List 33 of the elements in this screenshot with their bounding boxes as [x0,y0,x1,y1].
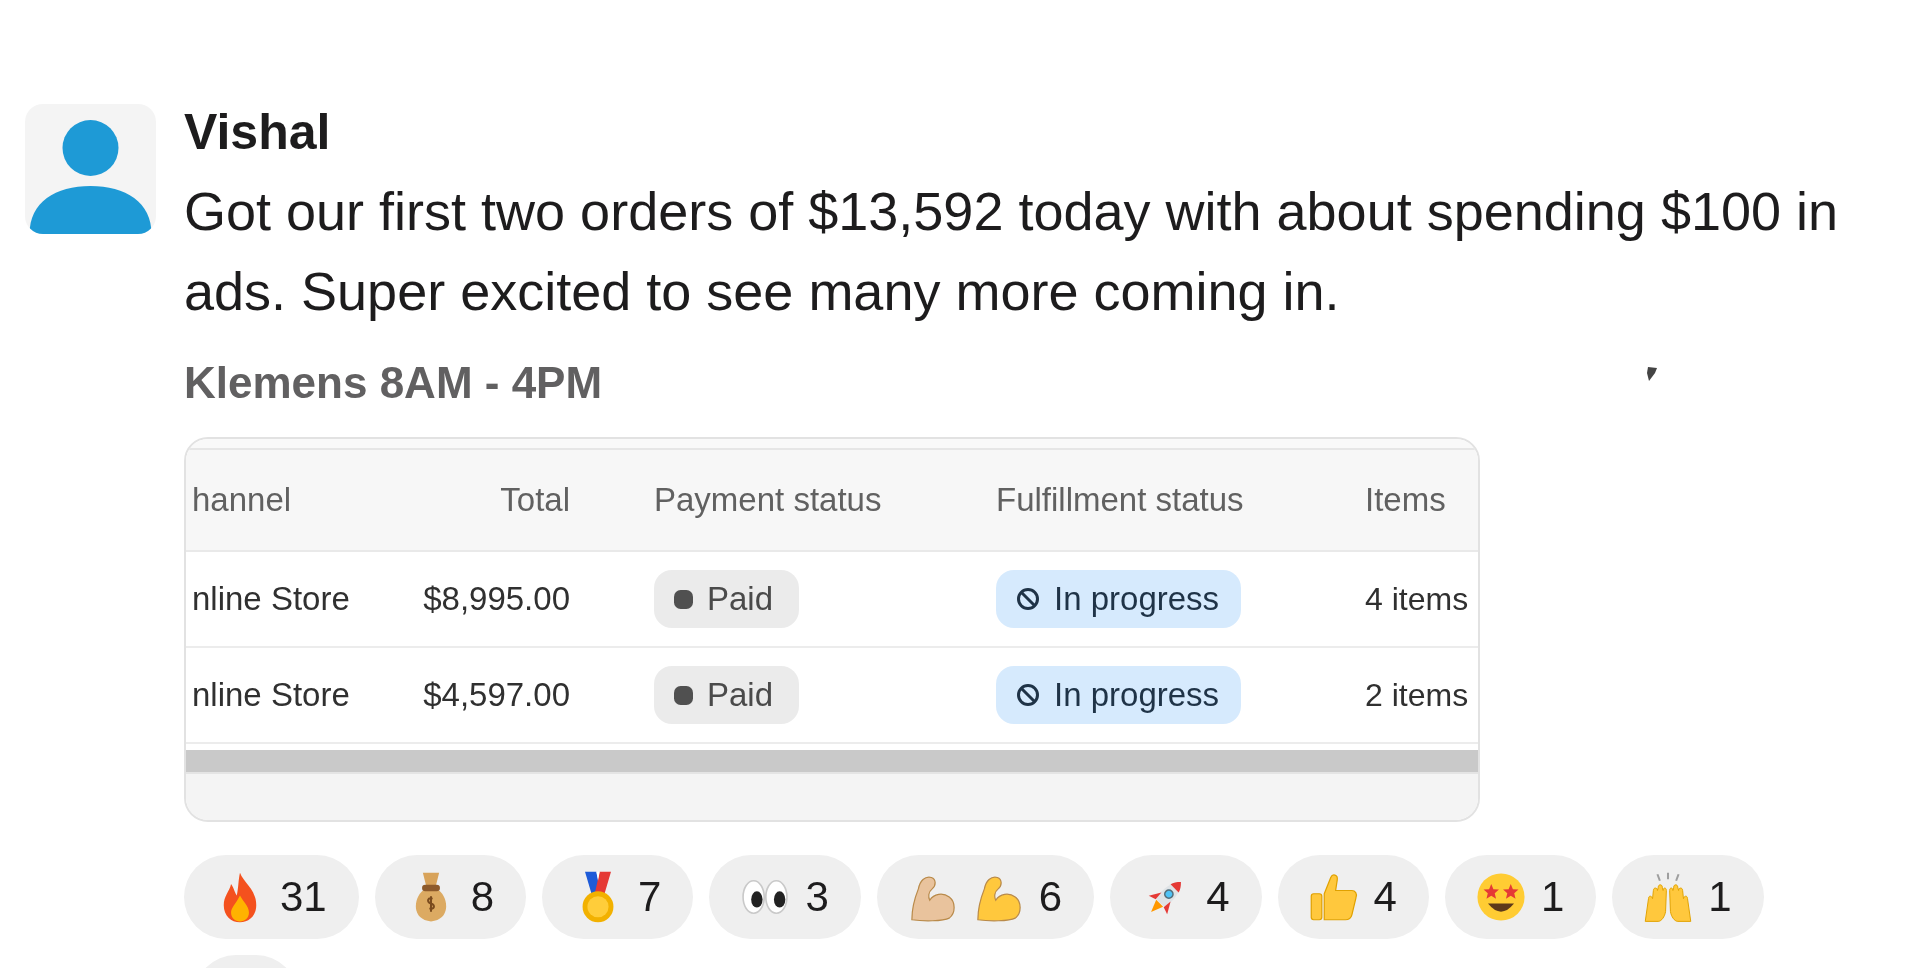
table-cell: $4,597.00 [423,676,570,714]
column-header: Payment status [654,481,882,519]
blocked-circle-icon [1016,683,1040,707]
table-cell: nline Store [192,580,350,618]
reaction-button[interactable]: 8 [374,855,527,939]
reaction-button[interactable]: 1 [1612,855,1764,939]
payment-status-badge: Paid [654,570,800,628]
fulfillment-status-badge: In progress [996,666,1242,724]
table-cell: 2 items [1365,677,1469,713]
author-name[interactable]: Vishal [184,104,331,160]
column-header: hannel [192,481,292,519]
table-cell: $8,995.00 [423,580,570,618]
table-cell: 4 items [1365,581,1469,617]
reaction-button[interactable]: 3 [709,855,861,939]
reaction-button[interactable]: 7 [542,855,694,939]
fulfillment-status-badge: In progress [996,570,1242,628]
mark-icon [1647,366,1657,381]
table-cell: nline Store [192,676,350,714]
reaction-button[interactable]: 1 [1444,855,1597,939]
image-attachment[interactable]: hannel Total Payment status Fulfillment status Items nline Store $8,995.00 Paid In progress 4 items nline Store $4,597.00 Paid In progress 2 items [184,437,1480,822]
reaction-button[interactable]: 4 [1110,855,1262,939]
avatar-icon [25,104,156,234]
caption-text: Klemens 8AM - 4PM [184,357,603,409]
reaction-button[interactable]: 31 [184,855,359,939]
payment-status-badge: Paid [654,666,800,724]
blocked-circle-icon [1016,587,1040,611]
star-eyes-face-icon [1474,871,1527,923]
column-header: Items [1365,481,1446,519]
reaction-button[interactable]: 6 [876,855,1095,939]
column-header: Fulfillment status [996,481,1244,519]
reaction-button[interactable]: 4 [1277,855,1429,939]
column-header: Total [500,481,570,519]
message-text: Got our first two orders of $13,592 today with about spending $100 in ads. Super excited to see many more coming in. [184,180,1840,323]
